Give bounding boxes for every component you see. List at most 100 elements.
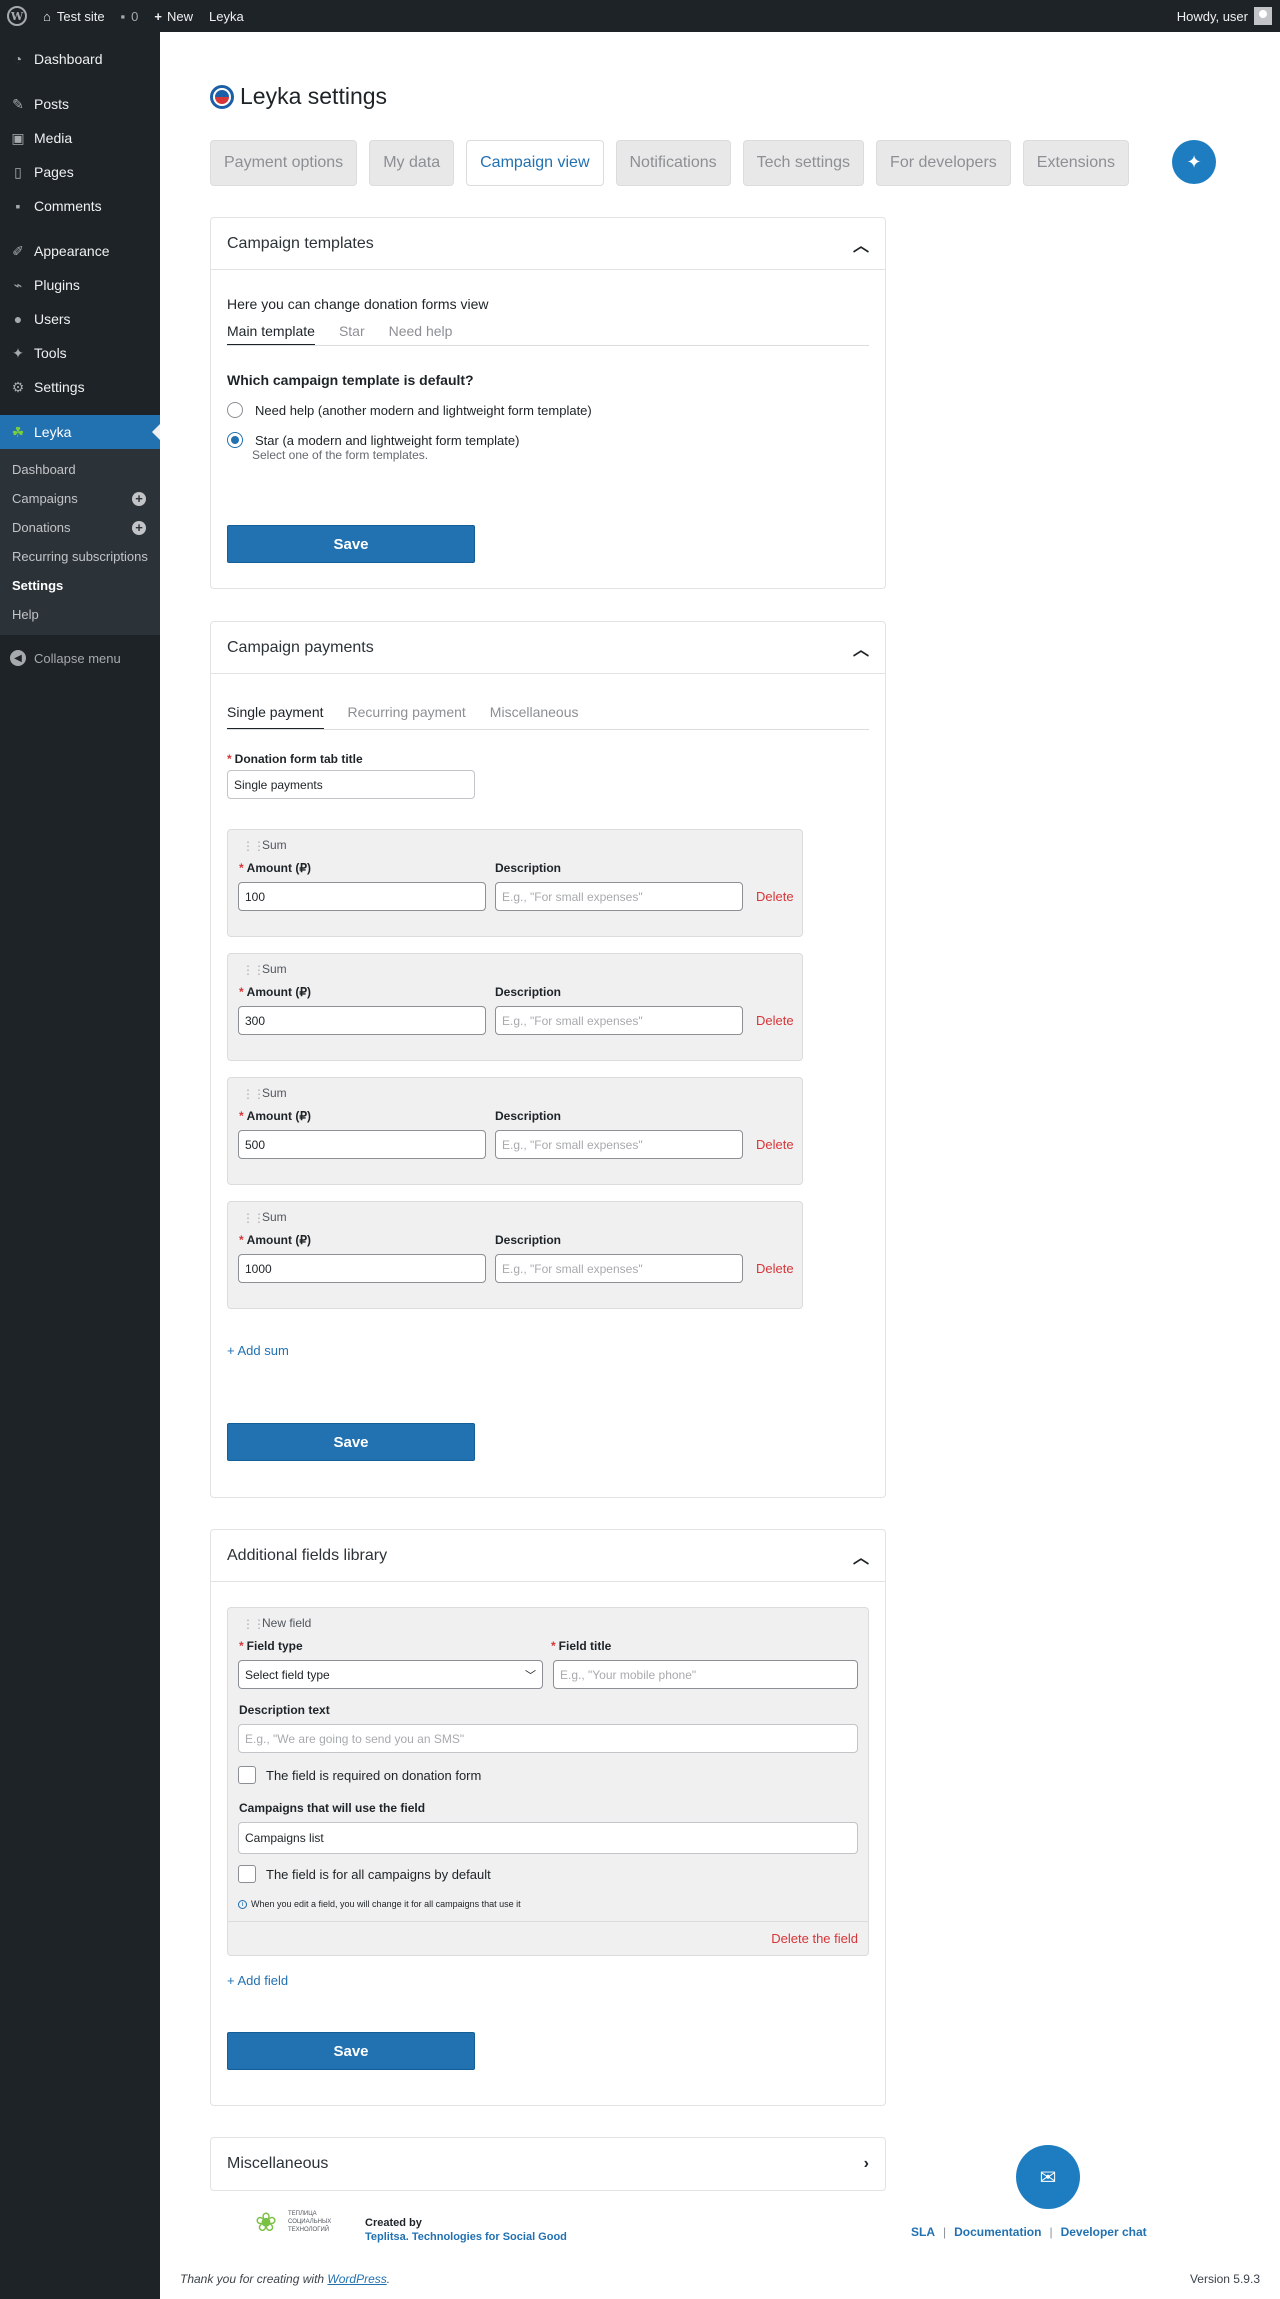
documentation-link[interactable]: Documentation (954, 2225, 1041, 2239)
setup-wizard-button[interactable]: ✦ (1172, 140, 1216, 184)
description-input[interactable]: E.g., "For small expenses" (495, 1254, 743, 1283)
drag-handle-icon[interactable]: ⋮⋮ (242, 963, 265, 977)
chevron-up-icon[interactable]: ︿ (853, 232, 869, 256)
required-checkbox[interactable] (238, 1766, 256, 1784)
input-value: Single payments (234, 777, 323, 792)
templates-subtabs: Main template Star Need help (227, 316, 869, 346)
new-content-link[interactable]: + New (146, 0, 201, 32)
delete-field-button[interactable]: Delete the field (771, 1931, 858, 1946)
sidebar-item-posts[interactable]: ✎ Posts (0, 87, 160, 121)
sidebar-item-leyka[interactable]: ☘ Leyka (0, 415, 160, 449)
required-checkbox-row[interactable]: The field is required on donation form (238, 1766, 481, 1784)
tab-payment-options[interactable]: Payment options (210, 140, 358, 186)
chevron-down-icon: ﹀ (525, 1669, 536, 1682)
creator-link[interactable]: Teplitsa. Technologies for Social Good (365, 2230, 567, 2244)
sidebar-item-tools[interactable]: ✦ Tools (0, 336, 160, 370)
campaign-templates-body: Here you can change donation forms view … (211, 270, 885, 563)
description-input[interactable]: E.g., "For small expenses" (495, 1130, 743, 1159)
add-donation-icon[interactable]: + (132, 521, 146, 535)
subtab-need-help[interactable]: Need help (389, 316, 453, 345)
subtab-recurring-payment[interactable]: Recurring payment (348, 694, 466, 729)
add-field-link[interactable]: + Add field (227, 1973, 288, 1988)
add-sum-link[interactable]: + Add sum (227, 1343, 289, 1358)
subtab-star[interactable]: Star (339, 316, 365, 345)
collapse-arrow-icon: ◀ (10, 650, 26, 666)
wordpress-logo-button[interactable]: W (0, 0, 35, 32)
chevron-up-icon[interactable]: ︿ (853, 636, 869, 660)
description-input[interactable]: E.g., "For small expenses" (495, 882, 743, 911)
comments-link[interactable]: ▪ 0 (113, 0, 147, 32)
tab-notifications[interactable]: Notifications (615, 140, 731, 186)
delete-sum-button[interactable]: Delete (756, 1013, 794, 1028)
tab-campaign-view[interactable]: Campaign view (466, 140, 604, 186)
collapse-menu-button[interactable]: ◀ Collapse menu (0, 641, 160, 675)
subtab-single-payment[interactable]: Single payment (227, 694, 324, 729)
subtab-main-template[interactable]: Main template (227, 316, 315, 345)
chevron-up-icon[interactable]: ︿ (853, 1544, 869, 1568)
amount-input[interactable]: 100 (238, 882, 486, 911)
drag-handle-icon[interactable]: ⋮⋮ (242, 1087, 265, 1101)
submenu-settings[interactable]: Settings (0, 571, 160, 600)
all-campaigns-checkbox[interactable] (238, 1865, 256, 1883)
submenu-help[interactable]: Help (0, 600, 160, 629)
payments-save-button[interactable]: Save (227, 1423, 475, 1461)
account-menu[interactable]: Howdy, user (1169, 0, 1280, 32)
sidebar-item-users[interactable]: ● Users (0, 302, 160, 336)
submenu-recurring-subscriptions[interactable]: Recurring subscriptions (0, 542, 160, 571)
sla-link[interactable]: SLA (911, 2225, 935, 2239)
tab-for-developers[interactable]: For developers (876, 140, 1011, 186)
templates-save-button[interactable]: Save (227, 525, 475, 563)
add-campaign-icon[interactable]: + (132, 492, 146, 506)
campaign-templates-header[interactable]: Campaign templates ︿ (211, 218, 885, 270)
tab-my-data[interactable]: My data (369, 140, 455, 186)
tab-title-input[interactable]: Single payments (227, 770, 475, 799)
amount-input[interactable]: 1000 (238, 1254, 486, 1283)
tab-tech-settings[interactable]: Tech settings (742, 140, 865, 186)
delete-sum-button[interactable]: Delete (756, 1261, 794, 1276)
tab-extensions[interactable]: Extensions (1022, 140, 1130, 186)
field-title-input[interactable]: E.g., "Your mobile phone" (553, 1660, 858, 1689)
leyka-adminbar-link[interactable]: Leyka (201, 0, 252, 32)
submenu-dashboard[interactable]: Dashboard (0, 455, 160, 484)
subtab-miscellaneous[interactable]: Miscellaneous (490, 694, 579, 729)
chevron-right-icon[interactable]: › (864, 2155, 869, 2173)
sidebar-item-media[interactable]: ▣ Media (0, 121, 160, 155)
amount-label: * Amount (₽) (239, 985, 311, 999)
drag-handle-icon[interactable]: ⋮⋮ (242, 1211, 265, 1225)
input-placeholder: E.g., "For small expenses" (502, 1261, 643, 1276)
fields-save-button[interactable]: Save (227, 2032, 475, 2070)
template-option-need-help[interactable]: Need help (another modern and lightweigh… (227, 402, 869, 418)
submenu-donations[interactable]: Donations + (0, 513, 160, 542)
sidebar-item-pages[interactable]: ▯ Pages (0, 155, 160, 189)
description-text-input[interactable]: E.g., "We are going to send you an SMS" (238, 1724, 858, 1753)
sidebar-item-comments[interactable]: ▪ Comments (0, 189, 160, 223)
drag-handle-icon[interactable]: ⋮⋮ (242, 1617, 265, 1631)
wordpress-link[interactable]: WordPress (327, 2272, 386, 2286)
description-input[interactable]: E.g., "For small expenses" (495, 1006, 743, 1035)
site-name-link[interactable]: ⌂ Test site (35, 0, 113, 32)
submenu-campaigns[interactable]: Campaigns + (0, 484, 160, 513)
radio-star[interactable] (227, 432, 243, 448)
amount-input[interactable]: 500 (238, 1130, 486, 1159)
radio-need-help[interactable] (227, 402, 243, 418)
sidebar-item-dashboard[interactable]: ◔ Dashboard (0, 42, 160, 76)
sidebar-item-label: Dashboard (34, 51, 103, 67)
submenu-label: Settings (12, 578, 64, 593)
additional-fields-header[interactable]: Additional fields library ︿ (211, 1530, 885, 1582)
sidebar-item-settings[interactable]: ⚙ Settings (0, 370, 160, 404)
sidebar-item-appearance[interactable]: ✐ Appearance (0, 234, 160, 268)
delete-sum-button[interactable]: Delete (756, 1137, 794, 1152)
contact-support-button[interactable]: ✉ (1016, 2145, 1080, 2209)
campaigns-list-input[interactable]: Campaigns list (238, 1822, 858, 1854)
field-type-select[interactable]: Select field type ﹀ (238, 1660, 543, 1689)
campaign-payments-header[interactable]: Campaign payments ︿ (211, 622, 885, 674)
amount-input[interactable]: 300 (238, 1006, 486, 1035)
developer-chat-link[interactable]: Developer chat (1061, 2225, 1147, 2239)
campaigns-label: Campaigns that will use the field (239, 1801, 426, 1815)
sidebar-item-plugins[interactable]: ⌁ Plugins (0, 268, 160, 302)
miscellaneous-header[interactable]: Miscellaneous › (211, 2138, 885, 2190)
drag-handle-icon[interactable]: ⋮⋮ (242, 839, 265, 853)
template-option-star[interactable]: Star (a modern and lightweight form temp… (227, 432, 869, 448)
delete-sum-button[interactable]: Delete (756, 889, 794, 904)
all-campaigns-checkbox-row[interactable]: The field is for all campaigns by defaul… (238, 1865, 491, 1883)
